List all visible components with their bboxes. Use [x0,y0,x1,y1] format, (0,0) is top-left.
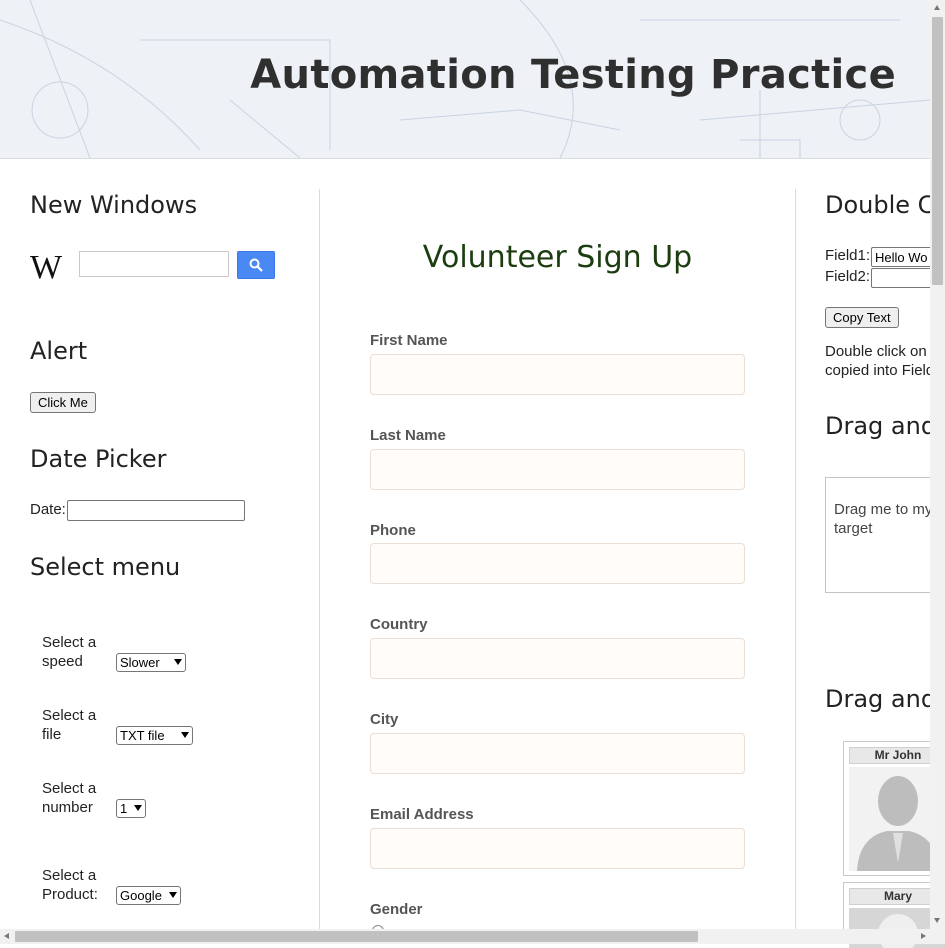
select-file-label-line1: Select a [42,707,97,724]
vertical-scroll-thumb[interactable] [932,17,943,285]
country-label: Country [370,616,428,633]
drag-drop-heading: Drag and [825,412,937,440]
number-select-value: 1 [120,801,128,816]
select-file-label-line2: file [42,726,62,743]
vertical-scrollbar[interactable] [930,0,945,929]
first-name-input[interactable] [370,354,745,395]
column-divider-right [795,189,796,929]
horizontal-scrollbar[interactable] [0,929,945,944]
scroll-down-arrow-icon[interactable] [934,918,940,923]
double-click-desc-line1: Double click on b [825,343,940,360]
double-click-heading: Double Cl [825,191,942,219]
chevron-down-icon [169,892,177,898]
alert-click-me-button[interactable]: Click Me [30,392,96,413]
select-product-label-line2: Product: [42,886,98,903]
last-name-input[interactable] [370,449,745,490]
file-select[interactable]: TXT file [116,726,193,745]
volunteer-signup-title: Volunteer Sign Up [422,240,693,275]
select-number-label-line1: Select a [42,780,97,797]
draggable-text-line2: target [834,520,873,537]
field2-label: Field2: [825,268,871,285]
city-input[interactable] [370,733,745,774]
speed-select-value: Slower [120,655,160,670]
select-speed-label-line2: speed [42,653,83,670]
product-select-value: Google [120,888,162,903]
wikipedia-logo-icon: W [30,250,63,282]
email-label: Email Address [370,806,474,823]
field1-label: Field1: [825,247,871,264]
city-label: City [370,711,399,728]
select-number-label-line2: number [42,799,93,816]
phone-label: Phone [370,522,416,539]
scroll-up-arrow-icon[interactable] [934,5,940,10]
select-product-label-line1: Select a [42,867,97,884]
phone-input[interactable] [370,543,745,584]
gender-label: Gender [370,901,423,918]
email-input[interactable] [370,828,745,869]
chevron-down-icon [134,805,142,811]
draggable-box[interactable]: Drag me to my target [825,477,945,593]
wikipedia-search-input[interactable] [79,251,229,277]
chevron-down-icon [181,732,189,738]
product-select[interactable]: Google [116,886,181,905]
header-banner: Automation Testing Practice [0,0,930,159]
last-name-label: Last Name [370,427,446,444]
date-label: Date: [30,501,66,518]
speed-select[interactable]: Slower [116,653,186,672]
new-windows-heading: New Windows [30,191,198,219]
date-picker-input[interactable] [67,500,245,521]
svg-text:W: W [30,250,63,282]
double-click-desc-line2: copied into Field [825,362,935,379]
select-menu-heading: Select menu [30,553,181,581]
chevron-down-icon [174,659,182,665]
select-speed-label-line1: Select a [42,634,97,651]
draggable-text-line1: Drag me to my [834,501,933,518]
drag-gallery-heading: Drag and [825,685,937,713]
page-title: Automation Testing Practice [250,52,896,98]
horizontal-scroll-thumb[interactable] [15,931,698,942]
search-icon [249,258,263,272]
copy-text-button[interactable]: Copy Text [825,307,899,328]
number-select[interactable]: 1 [116,799,146,818]
wikipedia-search-button[interactable] [237,251,275,279]
scroll-left-arrow-icon[interactable] [4,933,9,939]
date-picker-heading: Date Picker [30,445,167,473]
file-select-value: TXT file [120,728,165,743]
first-name-label: First Name [370,332,448,349]
column-divider-left [319,189,320,929]
country-input[interactable] [370,638,745,679]
alert-heading: Alert [30,337,88,365]
scroll-right-arrow-icon[interactable] [921,933,926,939]
